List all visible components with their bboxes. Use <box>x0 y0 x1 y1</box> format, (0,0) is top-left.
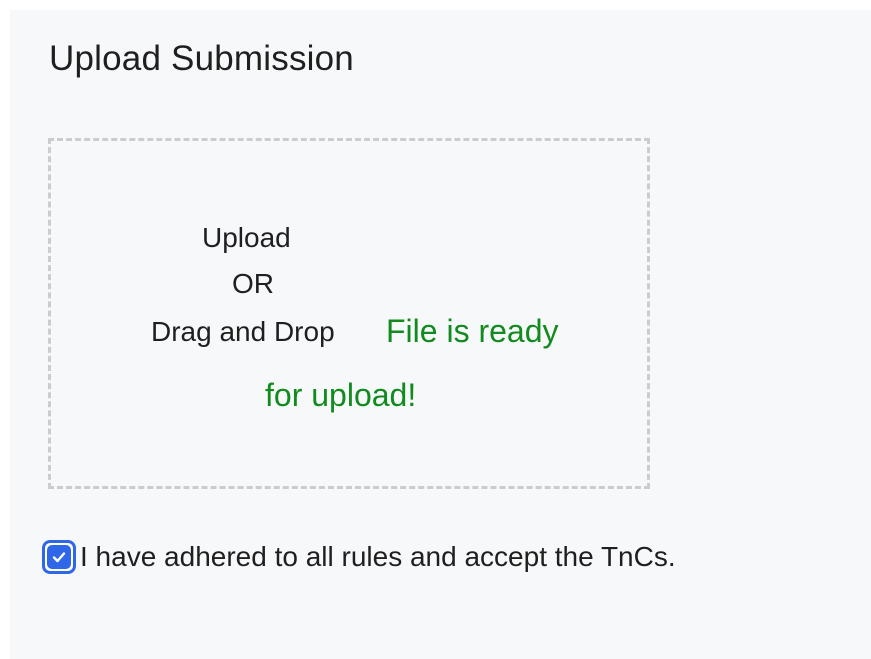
page-title: Upload Submission <box>49 39 354 78</box>
dropzone-or-label: OR <box>232 268 274 299</box>
terms-label[interactable]: I have adhered to all rules and accept t… <box>80 541 676 573</box>
terms-checkbox[interactable] <box>42 540 76 574</box>
terms-consent: I have adhered to all rules and accept t… <box>42 540 676 574</box>
file-dropzone[interactable]: Upload OR Drag and Drop File is ready fo… <box>48 138 650 489</box>
checkbox-fill <box>47 545 71 569</box>
upload-status-line-1: File is ready <box>386 313 559 349</box>
dropzone-drag-drop-label: Drag and Drop <box>151 316 335 347</box>
dropzone-upload-label: Upload <box>202 222 291 253</box>
upload-panel: Upload Submission Upload OR Drag and Dro… <box>10 10 871 659</box>
upload-status-line-2: for upload! <box>265 377 417 413</box>
checkmark-icon <box>52 552 66 563</box>
